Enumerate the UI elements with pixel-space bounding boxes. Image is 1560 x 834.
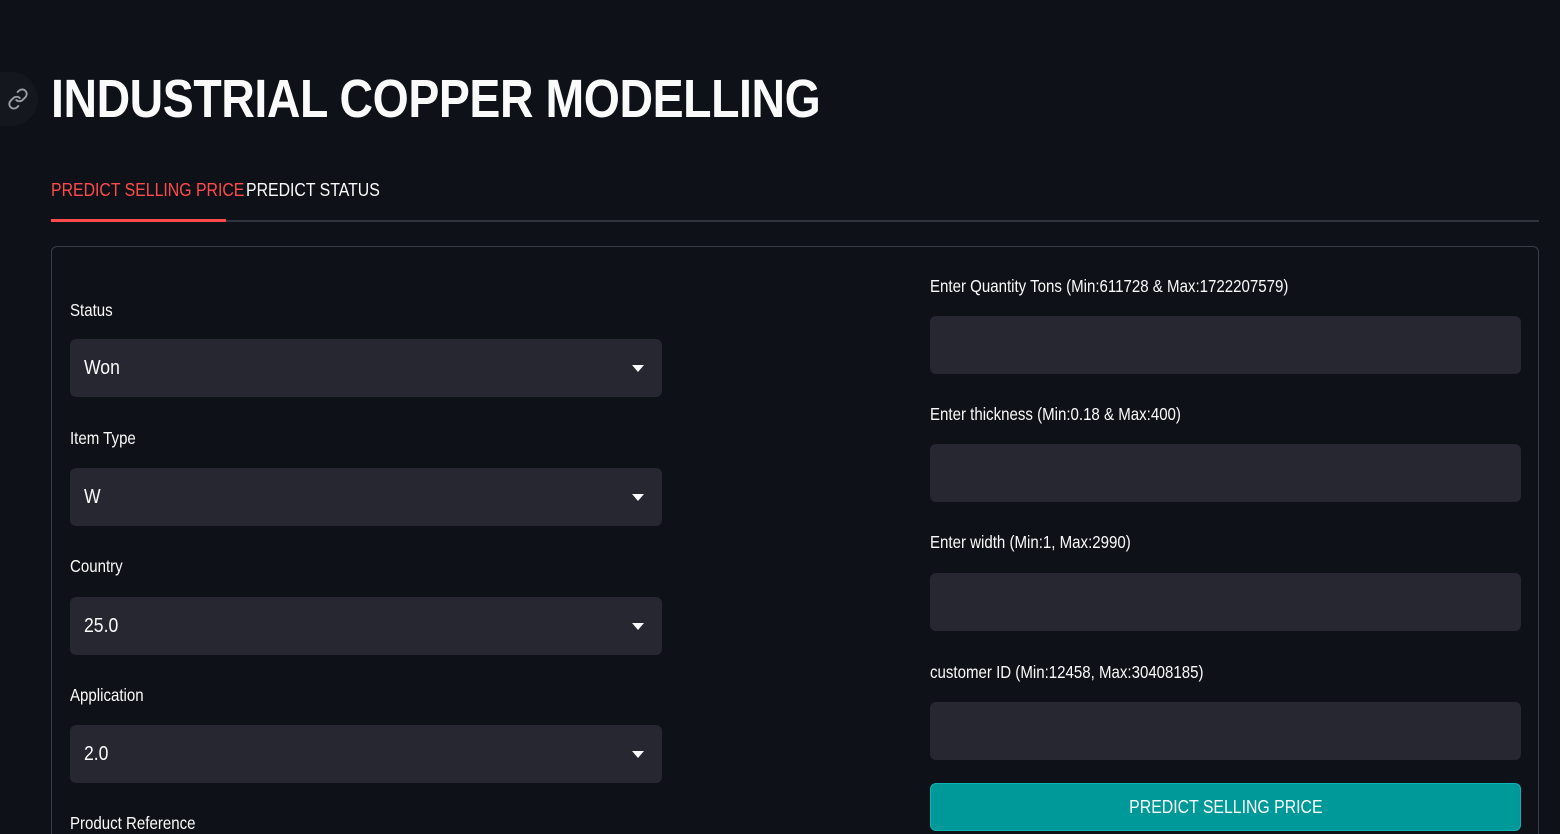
link-icon xyxy=(8,88,28,110)
quantity-tons-input[interactable] xyxy=(930,316,1521,374)
chevron-down-icon xyxy=(632,751,644,758)
app-page: INDUSTRIAL COPPER MODELLING PREDICT SELL… xyxy=(0,0,1560,834)
tab-predict-selling-price[interactable]: PREDICT SELLING PRICE xyxy=(51,180,244,201)
customer-id-label: customer ID (Min:12458, Max:30408185) xyxy=(930,662,1204,682)
item-type-select[interactable]: W xyxy=(70,468,662,526)
predict-selling-price-button-label: PREDICT SELLING PRICE xyxy=(1128,796,1323,817)
application-select-value: 2.0 xyxy=(84,742,109,765)
quantity-tons-label: Enter Quantity Tons (Min:611728 & Max:17… xyxy=(930,276,1289,296)
thickness-label: Enter thickness (Min:0.18 & Max:400) xyxy=(930,404,1181,424)
customer-id-input[interactable] xyxy=(930,702,1521,760)
item-type-select-value: W xyxy=(84,485,101,508)
application-select[interactable]: 2.0 xyxy=(70,725,662,783)
chevron-down-icon xyxy=(632,623,644,630)
status-select-value: Won xyxy=(84,356,120,379)
width-label: Enter width (Min:1, Max:2990) xyxy=(930,532,1131,552)
width-input[interactable] xyxy=(930,573,1521,631)
application-label: Application xyxy=(70,685,144,705)
country-select[interactable]: 25.0 xyxy=(70,597,662,655)
status-label: Status xyxy=(70,300,113,320)
tab-predict-status[interactable]: PREDICT STATUS xyxy=(246,180,380,201)
thickness-input[interactable] xyxy=(930,444,1521,502)
chevron-down-icon xyxy=(632,365,644,372)
predict-selling-price-button[interactable]: PREDICT SELLING PRICE xyxy=(930,783,1521,831)
chevron-down-icon xyxy=(632,494,644,501)
country-select-value: 25.0 xyxy=(84,614,119,637)
product-reference-label: Product Reference xyxy=(70,813,196,833)
tab-bar: PREDICT SELLING PRICE PREDICT STATUS xyxy=(51,172,1539,222)
header-anchor-link[interactable] xyxy=(0,72,38,126)
country-label: Country xyxy=(70,556,123,576)
item-type-label: Item Type xyxy=(70,428,136,448)
status-select[interactable]: Won xyxy=(70,339,662,397)
page-title: INDUSTRIAL COPPER MODELLING xyxy=(51,69,821,129)
active-tab-indicator xyxy=(51,219,226,222)
